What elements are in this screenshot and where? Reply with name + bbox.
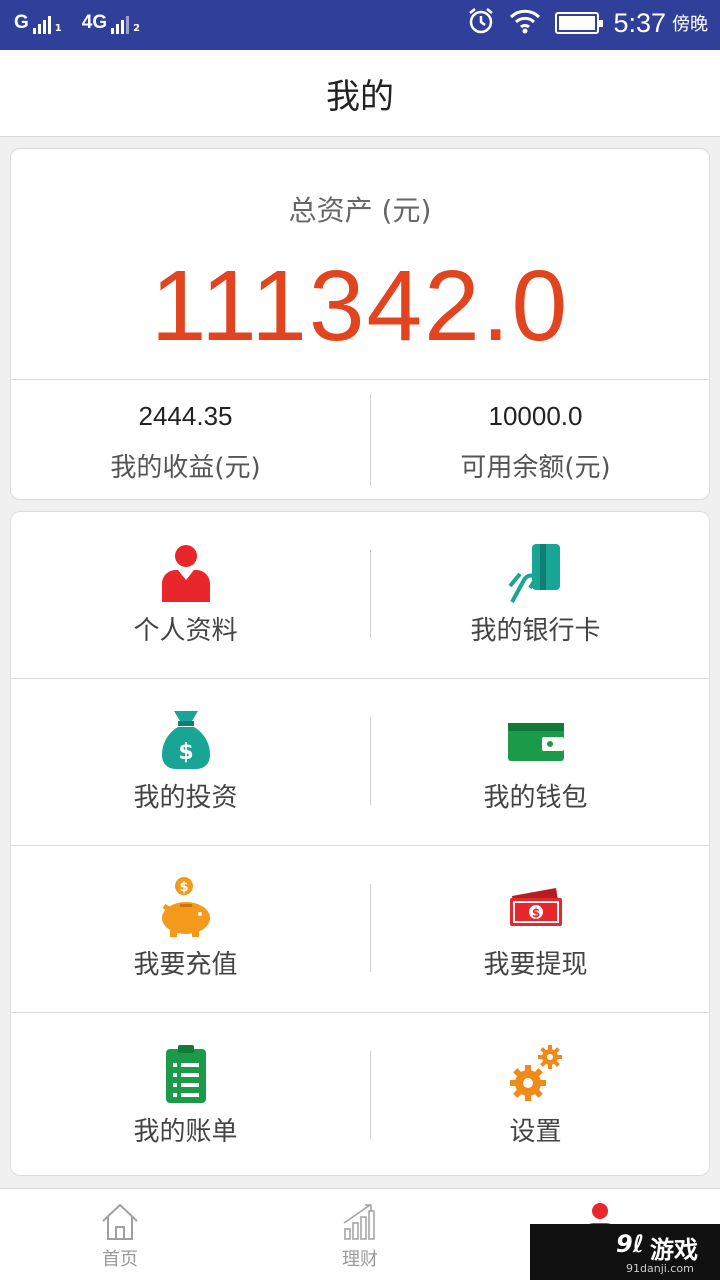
menu-item-settings[interactable]: 设置 (361, 1013, 709, 1175)
menu-item-label: 我的账单 (133, 1117, 238, 1147)
piggy-bank-icon: $ (158, 876, 214, 938)
watermark-main: 游戏 (650, 1236, 698, 1264)
menu-row: $ 我要充值 $ 我要提现 (11, 845, 709, 1012)
status-bar: G 1 4G 2 5:37 傍晚 (0, 0, 720, 50)
menu-item-label: 设置 (509, 1117, 562, 1147)
cash-icon: $ (508, 876, 564, 938)
nav-item-home[interactable]: 首页 (0, 1189, 240, 1280)
status-right: 5:37 傍晚 (467, 7, 708, 39)
sim1-signal: G 1 (14, 12, 62, 34)
menu-item-label: 我的钱包 (483, 783, 588, 813)
watermark-logo-icon: 9ℓ (616, 1230, 645, 1258)
nav-item-label: 理财 (342, 1249, 378, 1270)
sim1-label: G (14, 12, 29, 33)
menu-item-withdraw[interactable]: $ 我要提现 (361, 846, 709, 1012)
menu-item-bill[interactable]: 我的账单 (11, 1013, 360, 1175)
menu-item-label: 个人资料 (133, 616, 238, 646)
menu-item-profile[interactable]: 个人资料 (11, 512, 360, 679)
balance-label: 可用余额(元) (460, 453, 611, 483)
chart-icon (340, 1201, 380, 1241)
alarm-icon (467, 7, 495, 39)
balance-value: 10000.0 (488, 401, 583, 431)
earnings-value: 2444.35 (138, 401, 233, 431)
earnings-panel[interactable]: 2444.35 我的收益(元) (11, 379, 360, 499)
menu-item-wallet[interactable]: 我的钱包 (361, 679, 709, 845)
status-time: 5:37 (613, 7, 666, 38)
sim2-sub: 2 (133, 23, 141, 34)
balance-panel[interactable]: 10000.0 可用余额(元) (361, 379, 709, 499)
bank-card-icon (507, 542, 564, 604)
menu-item-bank-card[interactable]: 我的银行卡 (361, 512, 709, 679)
wifi-icon (509, 8, 541, 38)
menu-item-label: 我的银行卡 (470, 616, 601, 646)
svg-text:$: $ (178, 740, 193, 765)
signal-group: G 1 4G 2 (14, 12, 140, 34)
money-bag-icon: $ (158, 709, 214, 771)
menu-item-label: 我要提现 (483, 950, 588, 980)
menu-row: $ 我的投资 我的钱包 (11, 678, 709, 845)
nav-item-label: 首页 (102, 1249, 138, 1270)
menu-grid: 个人资料 我的银行卡 $ 我的投资 我的钱包 $ 我要充值 $ 我要提现 我的账… (10, 511, 710, 1176)
earnings-label: 我的收益(元) (110, 453, 261, 483)
clipboard-icon (158, 1043, 214, 1105)
menu-row: 个人资料 我的银行卡 (11, 512, 709, 679)
menu-item-label: 我的投资 (133, 783, 238, 813)
total-assets-value: 111342.0 (150, 250, 570, 362)
page-title: 我的 (326, 76, 394, 117)
status-period: 傍晚 (672, 14, 708, 35)
watermark-sub: 91danji.com (626, 1262, 694, 1275)
site-watermark: 9ℓ 游戏 91danji.com (530, 1224, 720, 1280)
person-icon (158, 542, 214, 604)
battery-icon (555, 12, 604, 34)
nav-item-finance[interactable]: 理财 (240, 1189, 480, 1280)
title-bar: 我的 (0, 50, 720, 137)
home-icon (100, 1201, 140, 1241)
menu-item-recharge[interactable]: $ 我要充值 (11, 846, 360, 1012)
sim1-sub: 1 (54, 23, 62, 34)
asset-summary-card: 总资产 (元) 111342.0 2444.35 我的收益(元) 10000.0… (10, 148, 710, 500)
svg-text:$: $ (179, 880, 188, 895)
gear-icon (508, 1043, 564, 1105)
sim2-signal: 4G 2 (82, 12, 140, 34)
menu-item-label: 我要充值 (133, 950, 238, 980)
svg-text:$: $ (531, 906, 539, 920)
menu-item-investment[interactable]: $ 我的投资 (11, 679, 360, 845)
menu-row: 我的账单 设置 (11, 1012, 709, 1175)
wallet-icon (507, 709, 564, 771)
sim2-label: 4G (81, 12, 108, 33)
total-assets-label: 总资产 (元) (288, 194, 432, 227)
